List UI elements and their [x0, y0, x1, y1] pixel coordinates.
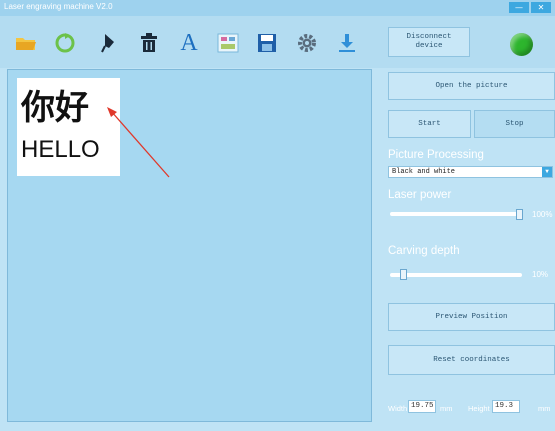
height-label: Height — [468, 404, 490, 413]
download-icon[interactable] — [334, 30, 360, 56]
chevron-down-icon[interactable]: ▼ — [542, 167, 552, 177]
close-button[interactable]: ✕ — [531, 2, 551, 13]
laser-power-label: Laser power — [388, 189, 452, 201]
carving-depth-thumb[interactable] — [400, 269, 407, 280]
height-unit: mm — [538, 404, 551, 413]
save-icon[interactable] — [254, 30, 280, 56]
connection-status-indicator — [510, 33, 533, 56]
window-title: Laser engraving machine V2.0 — [4, 2, 113, 11]
dimensions-row: Width 19.75 mm Height 19.3 mm — [388, 399, 555, 415]
preview-position-button[interactable]: Preview Position — [388, 303, 555, 331]
refresh-icon[interactable] — [52, 30, 78, 56]
carving-depth-label: Carving depth — [388, 245, 460, 257]
laser-power-thumb[interactable] — [516, 209, 523, 220]
text-icon[interactable]: A — [176, 30, 202, 56]
gear-icon[interactable] — [294, 30, 320, 56]
laser-power-value: 100% — [532, 210, 553, 219]
laser-power-slider[interactable] — [390, 212, 520, 216]
picture-processing-value: Black and white — [392, 168, 456, 176]
text-icon-glyph: A — [180, 29, 198, 56]
window-controls: — ✕ — [509, 2, 551, 13]
height-input[interactable]: 19.3 — [492, 400, 520, 413]
work-canvas[interactable]: 你好 HELLO — [7, 69, 372, 422]
start-button[interactable]: Start — [388, 110, 471, 138]
trash-icon[interactable] — [136, 30, 162, 56]
width-unit: mm — [440, 404, 453, 413]
annotation-arrow — [107, 107, 170, 178]
stop-button[interactable]: Stop — [474, 110, 555, 138]
preview-english-text: HELLO — [21, 136, 100, 163]
open-folder-icon[interactable] — [13, 30, 39, 56]
reset-coordinates-button[interactable]: Reset coordinates — [388, 345, 555, 375]
picture-processing-select[interactable]: Black and white ▼ — [388, 166, 553, 178]
pen-icon[interactable] — [96, 30, 122, 56]
image-icon[interactable] — [215, 30, 241, 56]
toolbar: A Disconnect device — [0, 16, 555, 68]
picture-processing-label: Picture Processing — [388, 149, 484, 161]
minimize-button[interactable]: — — [509, 2, 529, 13]
carving-depth-value: 10% — [532, 270, 549, 279]
preview-chinese-text: 你好 — [21, 88, 89, 128]
width-label: Width — [388, 404, 408, 413]
title-bar: Laser engraving machine V2.0 — ✕ — [0, 0, 555, 16]
disconnect-device-button[interactable]: Disconnect device — [388, 27, 470, 57]
open-picture-button[interactable]: Open the picture — [388, 72, 555, 100]
carving-depth-slider[interactable] — [390, 273, 522, 277]
control-panel: Open the picture Start Stop Picture Proc… — [380, 69, 555, 431]
width-input[interactable]: 19.75 — [408, 400, 436, 413]
